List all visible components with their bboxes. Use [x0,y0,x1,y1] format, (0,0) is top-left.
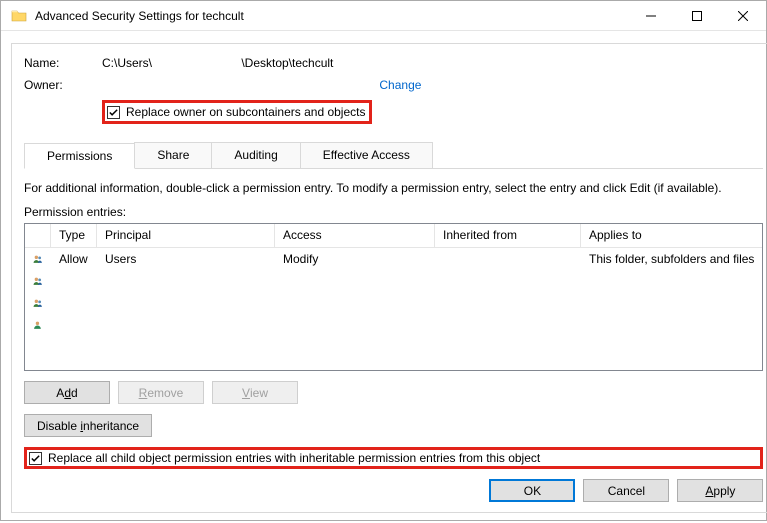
tab-auditing[interactable]: Auditing [211,142,300,168]
principal-icon [25,272,51,290]
col-principal[interactable]: Principal [97,224,275,247]
replace-child-checkbox[interactable] [29,452,42,465]
tabs: Permissions Share Auditing Effective Acc… [24,142,763,169]
tab-effective-access[interactable]: Effective Access [300,142,433,168]
window-title: Advanced Security Settings for techcult [35,9,628,23]
maximize-button[interactable] [674,1,720,31]
dialog-buttons: OK Cancel Apply [24,469,763,502]
col-type[interactable]: Type [51,224,97,247]
owner-label: Owner: [24,78,102,92]
col-access[interactable]: Access [275,224,435,247]
table-row[interactable] [25,314,762,336]
principal-icon [25,294,51,312]
main-panel: Name: C:\Users\ \Desktop\techcult Owner:… [11,43,767,513]
permission-entries-list[interactable]: Type Principal Access Inherited from App… [24,223,763,371]
replace-owner-checkbox[interactable] [107,106,120,119]
apply-button[interactable]: Apply [677,479,763,502]
replace-child-label: Replace all child object permission entr… [48,451,540,465]
change-owner-link[interactable]: Change [379,78,421,92]
tab-permissions[interactable]: Permissions [24,143,135,169]
view-button: View [212,381,298,404]
titlebar: Advanced Security Settings for techcult [1,1,766,31]
cancel-button[interactable]: Cancel [583,479,669,502]
col-applies[interactable]: Applies to [581,224,762,247]
folder-icon [11,8,27,24]
object-path: C:\Users\ \Desktop\techcult [102,56,333,70]
minimize-button[interactable] [628,1,674,31]
disable-inheritance-button[interactable]: Disable inheritance [24,414,152,437]
principal-icon [25,316,51,334]
highlight-replace-child: Replace all child object permission entr… [24,447,763,469]
name-label: Name: [24,56,102,70]
entries-label: Permission entries: [24,205,763,219]
table-row[interactable] [25,270,762,292]
highlight-replace-owner: Replace owner on subcontainers and objec… [102,100,372,124]
table-row[interactable] [25,292,762,314]
principal-icon [25,250,51,268]
close-button[interactable] [720,1,766,31]
col-inherited[interactable]: Inherited from [435,224,581,247]
add-button[interactable]: Add [24,381,110,404]
ok-button[interactable]: OK [489,479,575,502]
info-text: For additional information, double-click… [24,181,763,195]
table-row[interactable]: AllowUsersModifyThis folder, subfolders … [25,248,762,270]
replace-owner-label: Replace owner on subcontainers and objec… [126,105,365,119]
list-header: Type Principal Access Inherited from App… [25,224,762,248]
tab-share[interactable]: Share [134,142,212,168]
advanced-security-window: Advanced Security Settings for techcult … [0,0,767,521]
remove-button: Remove [118,381,204,404]
